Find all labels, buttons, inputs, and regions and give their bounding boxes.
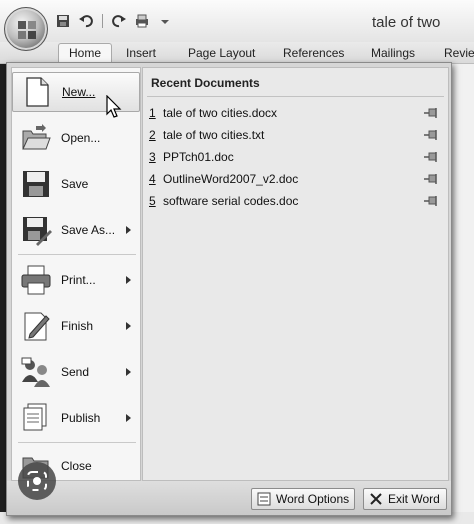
- recent-documents-pane: Recent Documents 1 tale of two cities.do…: [142, 67, 449, 481]
- menu-commands: New... Open... Save Save As... Print... …: [11, 67, 141, 481]
- menu-item-open[interactable]: Open...: [12, 118, 140, 158]
- save-as-icon: [23, 217, 52, 246]
- menu-item-publish[interactable]: Publish: [12, 398, 140, 438]
- new-document-icon: [26, 77, 49, 107]
- menu-item-label: Close: [61, 459, 92, 473]
- submenu-arrow-icon: [126, 414, 131, 422]
- submenu-arrow-icon: [126, 368, 131, 376]
- menu-item-print[interactable]: Print...: [12, 260, 140, 300]
- quick-access-toolbar: [56, 14, 172, 28]
- word-options-label: Word Options: [276, 492, 350, 506]
- open-folder-icon: [22, 124, 51, 150]
- undo-icon[interactable]: [79, 14, 93, 28]
- customize-qat-icon[interactable]: [158, 14, 172, 28]
- tab-mailings[interactable]: Mailings: [371, 46, 415, 60]
- menu-item-label: Send: [61, 365, 90, 379]
- menu-item-label: Save: [61, 177, 89, 191]
- office-button[interactable]: [4, 7, 48, 51]
- recent-document-item[interactable]: 2 tale of two cities.txt: [149, 124, 444, 146]
- recent-divider: [147, 96, 444, 97]
- options-icon: [257, 492, 271, 506]
- send-people-icon: [21, 357, 50, 387]
- lens-icon: [27, 471, 47, 491]
- pin-icon[interactable]: [424, 173, 440, 185]
- menu-divider: [18, 254, 136, 255]
- recent-document-item[interactable]: 4 OutlineWord2007_v2.doc: [149, 168, 444, 190]
- menu-item-label: Print...: [61, 273, 96, 287]
- office-menu: New... Open... Save Save As... Print... …: [6, 62, 452, 516]
- submenu-arrow-icon: [126, 276, 131, 284]
- tab-references[interactable]: References: [283, 46, 344, 60]
- recent-file-name: tale of two cities.docx: [163, 106, 278, 120]
- recent-file-name: tale of two cities.txt: [163, 128, 265, 142]
- menu-item-label: Open...: [61, 131, 101, 145]
- submenu-arrow-icon: [126, 322, 131, 330]
- printer-icon: [21, 265, 51, 295]
- title-bar: tale of two: [0, 0, 474, 46]
- recent-documents-list: 1 tale of two cities.docx 2 tale of two …: [149, 102, 444, 212]
- menu-item-save-as[interactable]: Save As...: [12, 210, 140, 250]
- menu-divider: [18, 442, 136, 443]
- recent-number: 2: [149, 128, 156, 142]
- recent-document-item[interactable]: 3 PPTch01.doc: [149, 146, 444, 168]
- window-title: tale of two: [372, 14, 441, 31]
- recent-document-item[interactable]: 1 tale of two cities.docx: [149, 102, 444, 124]
- finish-document-icon: [24, 312, 50, 341]
- save-disk-icon: [23, 171, 49, 197]
- quick-print-icon[interactable]: [135, 14, 149, 28]
- exit-word-button[interactable]: Exit Word: [363, 488, 447, 510]
- recent-file-name: PPTch01.doc: [163, 150, 234, 164]
- submenu-arrow-icon: [126, 226, 131, 234]
- recent-documents-title: Recent Documents: [151, 76, 260, 90]
- publish-icon: [23, 403, 47, 431]
- menu-item-finish[interactable]: Finish: [12, 306, 140, 346]
- menu-item-send[interactable]: Send: [12, 352, 140, 392]
- lens-search-button[interactable]: [18, 462, 56, 500]
- pin-icon[interactable]: [424, 107, 440, 119]
- recent-file-name: OutlineWord2007_v2.doc: [163, 172, 299, 186]
- close-icon: [370, 493, 382, 505]
- recent-file-name: software serial codes.doc: [163, 194, 299, 208]
- redo-icon[interactable]: [112, 14, 126, 28]
- tab-insert[interactable]: Insert: [126, 46, 156, 60]
- tab-page-layout[interactable]: Page Layout: [188, 46, 255, 60]
- pin-icon[interactable]: [424, 151, 440, 163]
- office-logo-icon: [18, 21, 36, 39]
- tab-home[interactable]: Home: [58, 43, 113, 64]
- recent-number: 1: [149, 106, 156, 120]
- menu-item-label: Publish: [61, 411, 101, 425]
- menu-item-label: Save As...: [61, 223, 116, 237]
- qat-separator: [102, 14, 103, 28]
- recent-document-item[interactable]: 5 software serial codes.doc: [149, 190, 444, 212]
- recent-number: 4: [149, 172, 156, 186]
- word-options-button[interactable]: Word Options: [251, 488, 355, 510]
- exit-word-label: Exit Word: [388, 492, 440, 506]
- recent-number: 3: [149, 150, 156, 164]
- pin-icon[interactable]: [424, 129, 440, 141]
- ribbon-tabs: Home Insert Page Layout References Maili…: [0, 42, 474, 64]
- mouse-cursor-icon: [106, 95, 122, 118]
- menu-item-label: New...: [62, 85, 96, 99]
- tab-review[interactable]: Revie: [444, 46, 474, 60]
- pin-icon[interactable]: [424, 195, 440, 207]
- save-icon[interactable]: [56, 14, 70, 28]
- menu-item-label: Finish: [61, 319, 94, 333]
- recent-number: 5: [149, 194, 156, 208]
- menu-item-save[interactable]: Save: [12, 164, 140, 204]
